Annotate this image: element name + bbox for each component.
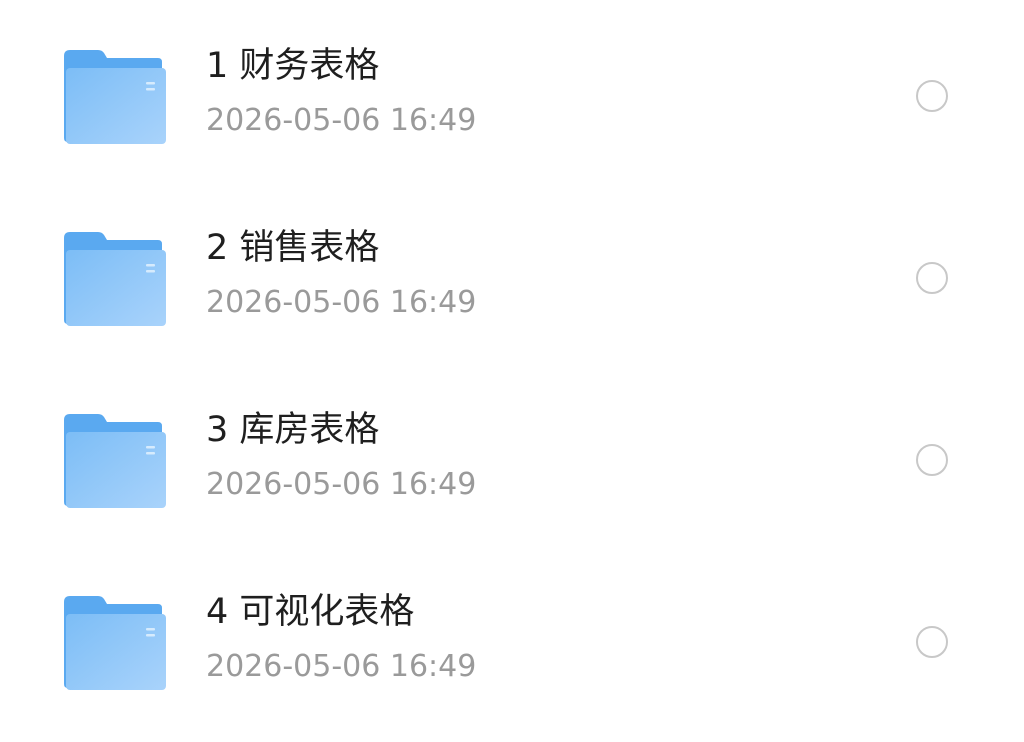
list-item[interactable]: 4 可视化表格 2026-05-06 16:49 xyxy=(0,564,1024,714)
file-name: 4 可视化表格 xyxy=(206,592,415,632)
file-date: 2026-05-06 16:49 xyxy=(206,285,477,320)
select-checkbox[interactable] xyxy=(916,626,948,658)
list-item[interactable]: 2 销售表格 2026-05-06 16:49 xyxy=(0,200,1024,350)
select-checkbox[interactable] xyxy=(916,80,948,112)
folder-icon xyxy=(62,48,166,144)
select-checkbox[interactable] xyxy=(916,444,948,476)
folder-icon xyxy=(62,230,166,326)
folder-icon xyxy=(62,412,166,508)
file-name: 2 销售表格 xyxy=(206,228,380,268)
file-date: 2026-05-06 16:49 xyxy=(206,649,477,684)
folder-icon xyxy=(62,594,166,690)
file-name: 3 库房表格 xyxy=(206,410,380,450)
file-name: 1 财务表格 xyxy=(206,46,380,86)
list-item[interactable]: 3 库房表格 2026-05-06 16:49 xyxy=(0,382,1024,532)
select-checkbox[interactable] xyxy=(916,262,948,294)
folder-list: 1 财务表格 2026-05-06 16:49 2 销售表格 2026-05-0… xyxy=(0,0,1024,742)
file-date: 2026-05-06 16:49 xyxy=(206,467,477,502)
list-item[interactable]: 1 财务表格 2026-05-06 16:49 xyxy=(0,18,1024,168)
file-date: 2026-05-06 16:49 xyxy=(206,103,477,138)
